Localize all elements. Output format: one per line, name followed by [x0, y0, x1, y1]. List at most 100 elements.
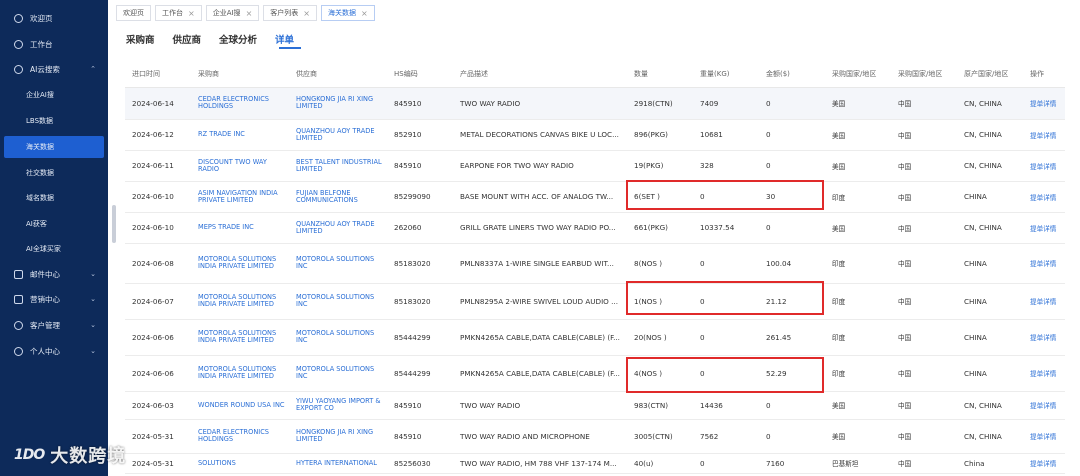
- tab-customs-data[interactable]: 海关数据 ×: [320, 5, 375, 21]
- bill-detail-link[interactable]: 提单详情: [1023, 87, 1065, 120]
- supplier-link[interactable]: YIWU YAOYANG IMPORT & EXPORT CO: [296, 398, 387, 412]
- supplier-link[interactable]: HONGKONG JIA RI XING LIMITED: [296, 96, 387, 110]
- table-cell[interactable]: YIWU YAOYANG IMPORT & EXPORT CO: [289, 391, 387, 420]
- bill-detail-link[interactable]: 提单详情: [1023, 453, 1065, 474]
- subtab-suppliers[interactable]: 供应商: [173, 32, 202, 46]
- buyer-link[interactable]: DISCOUNT TWO WAY RADIO: [198, 158, 289, 173]
- close-icon[interactable]: ×: [303, 9, 310, 18]
- table-cell[interactable]: MOTOROLA SOLUTIONS INDIA PRIVATE LIMITED: [191, 319, 289, 356]
- table-cell[interactable]: SOLUTIONS: [191, 453, 289, 474]
- buyer-link[interactable]: CEDAR ELECTRONICS HOLDINGS: [198, 429, 289, 443]
- table-cell[interactable]: CEDAR ELECTRONICS HOLDINGS: [191, 419, 289, 454]
- table-cell[interactable]: MEPS TRADE INC: [191, 212, 289, 244]
- table-cell[interactable]: HONGKONG JIA RI XING LIMITED: [289, 419, 387, 454]
- subtab-details[interactable]: 详单: [275, 32, 294, 46]
- table-cell[interactable]: HONGKONG JIA RI XING LIMITED: [289, 87, 387, 120]
- buyer-link[interactable]: SOLUTIONS: [198, 459, 289, 467]
- bill-detail-link[interactable]: 提单详情: [1023, 181, 1065, 213]
- sidebar-subitem-domain[interactable]: 域名数据: [0, 187, 108, 209]
- bill-detail-link[interactable]: 提单详情: [1023, 119, 1065, 151]
- supplier-link[interactable]: FUJIAN BELFONE COMMUNICATIONS: [296, 189, 387, 204]
- buyer-link[interactable]: MOTOROLA SOLUTIONS INDIA PRIVATE LIMITED: [198, 330, 289, 344]
- table-cell[interactable]: MOTOROLA SOLUTIONS INC: [289, 319, 387, 356]
- bill-detail-link[interactable]: 提单详情: [1023, 283, 1065, 320]
- table-cell[interactable]: MOTOROLA SOLUTIONS INC: [289, 355, 387, 392]
- bill-detail-link[interactable]: 提单详情: [1023, 319, 1065, 356]
- sidebar-subitem-lbs[interactable]: LBS数据: [0, 110, 108, 132]
- table-cell: 0: [759, 150, 825, 182]
- bill-detail-link[interactable]: 提单详情: [1023, 391, 1065, 420]
- table-cell: 85299090: [387, 181, 453, 213]
- table-cell[interactable]: ASIM NAVIGATION INDIA PRIVATE LIMITED: [191, 181, 289, 213]
- buyer-link[interactable]: MOTOROLA SOLUTIONS INDIA PRIVATE LIMITED: [198, 256, 289, 270]
- table-cell[interactable]: BEST TALENT INDUSTRIAL LIMITED: [289, 150, 387, 182]
- supplier-link[interactable]: QUANZHOU AOY TRADE LIMITED: [296, 220, 387, 235]
- bill-detail-link[interactable]: 提单详情: [1023, 212, 1065, 244]
- table-cell[interactable]: MOTOROLA SOLUTIONS INC: [289, 243, 387, 284]
- table-cell[interactable]: FUJIAN BELFONE COMMUNICATIONS: [289, 181, 387, 213]
- table-cell[interactable]: HYTERA INTERNATIONAL: [289, 453, 387, 474]
- sidebar-subitem-ai-acquire[interactable]: AI获客: [0, 213, 108, 235]
- sidebar-subitem-ai-buyers[interactable]: AI全球买家: [0, 238, 108, 260]
- supplier-link[interactable]: MOTOROLA SOLUTIONS INC: [296, 294, 387, 308]
- buyer-link[interactable]: ASIM NAVIGATION INDIA PRIVATE LIMITED: [198, 189, 289, 204]
- bill-detail-link[interactable]: 提单详情: [1023, 150, 1065, 182]
- sidebar-subitem-enterprise-ai[interactable]: 企业AI搜: [0, 84, 108, 106]
- table-cell: 中国: [891, 283, 957, 320]
- buyer-link[interactable]: MOTOROLA SOLUTIONS INDIA PRIVATE LIMITED: [198, 366, 289, 380]
- sidebar-item-ai-search[interactable]: AI云搜索 ⌃: [0, 58, 108, 80]
- tab-customer-list[interactable]: 客户列表 ×: [263, 5, 317, 21]
- table-cell: 巴基斯坦: [825, 453, 891, 474]
- table-cell: CN, CHINA: [957, 391, 1023, 420]
- table-cell: 中国: [891, 150, 957, 182]
- subtab-global-analysis[interactable]: 全球分析: [219, 32, 257, 46]
- table-cell[interactable]: CEDAR ELECTRONICS HOLDINGS: [191, 87, 289, 120]
- supplier-link[interactable]: MOTOROLA SOLUTIONS INC: [296, 256, 387, 270]
- sidebar-item-workbench[interactable]: 工作台: [0, 33, 108, 55]
- table-cell[interactable]: MOTOROLA SOLUTIONS INDIA PRIVATE LIMITED: [191, 243, 289, 284]
- buyer-link[interactable]: RZ TRADE INC: [198, 131, 289, 138]
- table-cell[interactable]: QUANZHOU AOY TRADE LIMITED: [289, 119, 387, 151]
- sidebar-item-customer[interactable]: 客户管理 ⌄: [0, 314, 108, 336]
- sidebar-item-welcome[interactable]: 欢迎页: [0, 7, 108, 29]
- table-cell: 7160: [759, 453, 825, 474]
- sidebar-item-label: 邮件中心: [30, 269, 60, 279]
- table-cell[interactable]: MOTOROLA SOLUTIONS INDIA PRIVATE LIMITED: [191, 355, 289, 392]
- close-icon[interactable]: ×: [188, 9, 195, 18]
- sidebar-subitem-customs[interactable]: 海关数据: [4, 136, 104, 158]
- supplier-link[interactable]: HONGKONG JIA RI XING LIMITED: [296, 429, 387, 443]
- table-cell[interactable]: WONDER ROUND USA INC: [191, 391, 289, 420]
- tab-enterprise-ai[interactable]: 企业AI搜 ×: [205, 5, 260, 21]
- subtab-buyers[interactable]: 采购商: [126, 32, 155, 46]
- close-icon[interactable]: ×: [246, 9, 253, 18]
- tab-welcome[interactable]: 欢迎页: [116, 5, 151, 21]
- supplier-link[interactable]: QUANZHOU AOY TRADE LIMITED: [296, 127, 387, 142]
- supplier-link[interactable]: HYTERA INTERNATIONAL: [296, 459, 387, 467]
- table-cell: 美国: [825, 150, 891, 182]
- sidebar-item-personal[interactable]: 个人中心 ⌄: [0, 340, 108, 362]
- bill-detail-link[interactable]: 提单详情: [1023, 419, 1065, 454]
- table-cell[interactable]: DISCOUNT TWO WAY RADIO: [191, 150, 289, 182]
- table-row: 2024-06-10 ASIM NAVIGATION INDIA PRIVATE …: [125, 181, 1065, 213]
- table-cell[interactable]: QUANZHOU AOY TRADE LIMITED: [289, 212, 387, 244]
- close-icon[interactable]: ×: [361, 9, 368, 18]
- table-cell[interactable]: MOTOROLA SOLUTIONS INDIA PRIVATE LIMITED: [191, 283, 289, 320]
- supplier-link[interactable]: BEST TALENT INDUSTRIAL LIMITED: [296, 158, 387, 173]
- scrollbar[interactable]: [112, 205, 116, 243]
- buyer-link[interactable]: MOTOROLA SOLUTIONS INDIA PRIVATE LIMITED: [198, 294, 289, 308]
- buyer-link[interactable]: WONDER ROUND USA INC: [198, 401, 289, 409]
- table-cell[interactable]: RZ TRADE INC: [191, 119, 289, 151]
- sidebar-item-mail[interactable]: 邮件中心 ⌄: [0, 263, 108, 285]
- buyer-link[interactable]: CEDAR ELECTRONICS HOLDINGS: [198, 96, 289, 110]
- table-cell[interactable]: MOTOROLA SOLUTIONS INC: [289, 283, 387, 320]
- sidebar-item-marketing[interactable]: 营销中心 ⌄: [0, 288, 108, 310]
- bill-detail-link[interactable]: 提单详情: [1023, 243, 1065, 284]
- buyer-link[interactable]: MEPS TRADE INC: [198, 224, 289, 231]
- table-cell: 845910: [387, 391, 453, 420]
- bill-detail-link[interactable]: 提单详情: [1023, 355, 1065, 392]
- supplier-link[interactable]: MOTOROLA SOLUTIONS INC: [296, 366, 387, 380]
- supplier-link[interactable]: MOTOROLA SOLUTIONS INC: [296, 330, 387, 344]
- sidebar-subitem-social[interactable]: 社交数据: [0, 162, 108, 184]
- tab-workbench[interactable]: 工作台 ×: [155, 5, 202, 21]
- highlight-box: [626, 357, 824, 393]
